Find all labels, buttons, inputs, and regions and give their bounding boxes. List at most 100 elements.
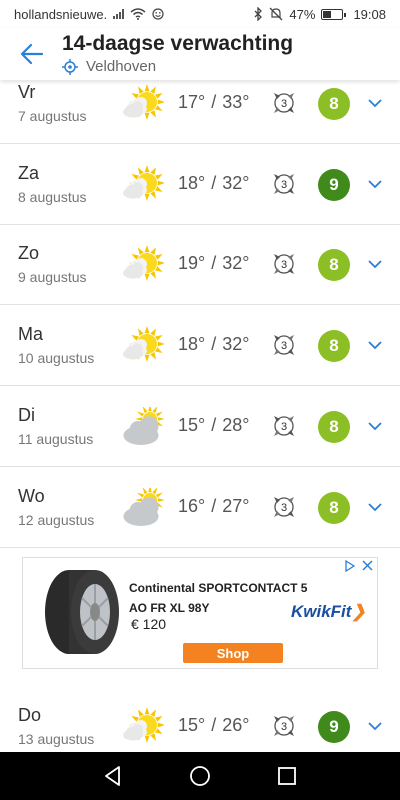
forecast-row[interactable]: Vr 7 augustus 17° / 33° 3 8 [0,80,400,144]
wind-compass-icon: 3 [274,416,294,436]
day-name: Zo [18,243,40,263]
temp-separator: / [211,253,217,273]
chevron-down-icon[interactable] [368,98,382,108]
weather-score: 9 [318,169,350,201]
temp-separator: / [211,92,217,112]
signal-icon [113,9,125,19]
status-time: 19:08 [353,6,386,22]
ad-price: € 120 [131,616,167,632]
ad-product-title[interactable]: Continental SPORTCONTACT 5 AO FR XL 98Y [129,578,309,618]
adchoices-icon[interactable] [344,560,356,572]
day-date: 10 augustus [18,350,95,366]
sunny-icon [123,707,164,743]
wind-compass-icon: 3 [274,254,294,274]
location-selector[interactable]: Veldhoven [62,58,156,75]
day-name: Ma [18,324,44,344]
forecast-row[interactable]: Ma 10 augustus 18° / 32° 3 8 [0,306,400,386]
wind-force: 3 [281,259,287,271]
temperature-range: 18° / 32° [178,173,249,194]
battery-percent: 47% [289,6,316,22]
temp-max: 33° [222,92,250,112]
partly-cloudy-icon [123,488,164,526]
wind-compass-icon: 3 [274,93,294,113]
temp-min: 17° [178,92,206,112]
kwikfit-logo[interactable]: KwikFit❯ [291,602,366,622]
temperature-range: 15° / 28° [178,415,249,436]
forecast-row[interactable]: Zo 9 augustus 19° / 32° 3 8 [0,225,400,305]
day-date: 8 augustus [18,189,87,205]
day-name: Za [18,163,40,183]
weather-score: 8 [318,249,350,281]
ad-choices[interactable] [344,560,373,572]
temperature-range: 17° / 33° [178,92,249,113]
status-left: hollandsnieuwe. [14,7,164,22]
status-right: 47% 19:08 [253,7,386,22]
chevron-down-icon[interactable] [368,421,382,431]
ad-shop-button[interactable]: Shop [183,643,283,663]
chevron-down-icon[interactable] [368,179,382,189]
recents-square-icon[interactable] [275,764,299,788]
location-target-icon [62,58,78,75]
ad-close-icon[interactable] [362,560,373,571]
temp-separator: / [211,415,217,435]
tire-image [45,570,119,654]
wind-force: 3 [281,421,287,433]
temp-min: 19° [178,253,206,273]
forecast-row[interactable]: Wo 12 augustus 16° / 27° 3 8 [0,468,400,548]
day-date: 11 augustus [18,431,94,447]
day-date: 12 augustus [18,512,95,528]
smiley-icon [152,8,164,20]
wind-force: 3 [281,179,287,191]
logo-arrow: ❯ [351,602,366,621]
advertisement-banner[interactable]: Continental SPORTCONTACT 5 AO FR XL 98Y … [22,557,378,669]
weather-score: 8 [318,88,350,120]
forecast-row[interactable]: Za 8 augustus 18° / 32° 3 9 [0,145,400,225]
temperature-range: 16° / 27° [178,496,249,517]
sunny-icon [123,165,164,201]
day-name: Di [18,405,35,425]
temp-max: 32° [222,253,250,273]
temp-separator: / [211,173,217,193]
back-arrow-icon[interactable] [18,40,46,68]
forecast-row[interactable]: Do 13 augustus 15° / 26° 3 9 [0,687,400,752]
temp-min: 16° [178,496,206,516]
chevron-down-icon[interactable] [368,721,382,731]
temp-separator: / [211,496,217,516]
day-date: 9 augustus [18,269,87,285]
day-name: Wo [18,486,45,506]
temp-min: 15° [178,715,206,735]
wind-compass-icon: 3 [274,497,294,517]
sunny-icon [123,326,164,362]
app-header: 14-daagse verwachting Veldhoven [0,28,400,80]
wind-force: 3 [281,98,287,110]
temp-min: 15° [178,415,206,435]
temp-max: 27° [222,496,250,516]
temp-min: 18° [178,173,206,193]
bluetooth-icon [254,7,263,21]
temp-max: 26° [222,715,250,735]
mute-icon [269,7,283,21]
temperature-range: 19° / 32° [178,253,249,274]
status-app-name: hollandsnieuwe. [14,6,108,22]
system-nav-bar [0,752,400,800]
location-name: Veldhoven [86,58,157,75]
wind-compass-icon: 3 [274,174,294,194]
chevron-down-icon[interactable] [368,259,382,269]
weather-score: 8 [318,492,350,524]
chevron-down-icon[interactable] [368,502,382,512]
temperature-range: 15° / 26° [178,715,249,736]
temp-max: 32° [222,334,250,354]
wind-compass-icon: 3 [274,716,294,736]
weather-score: 9 [318,711,350,743]
temperature-range: 18° / 32° [178,334,249,355]
battery-icon [321,8,347,20]
ad-brand: KwikFit [291,602,352,621]
home-circle-icon[interactable] [188,764,212,788]
chevron-down-icon[interactable] [368,340,382,350]
wind-force: 3 [281,340,287,352]
temp-separator: / [211,334,217,354]
forecast-row[interactable]: Di 11 augustus 15° / 28° 3 8 [0,387,400,467]
wind-force: 3 [281,721,287,733]
wifi-icon [130,8,146,20]
back-triangle-icon[interactable] [101,764,125,788]
